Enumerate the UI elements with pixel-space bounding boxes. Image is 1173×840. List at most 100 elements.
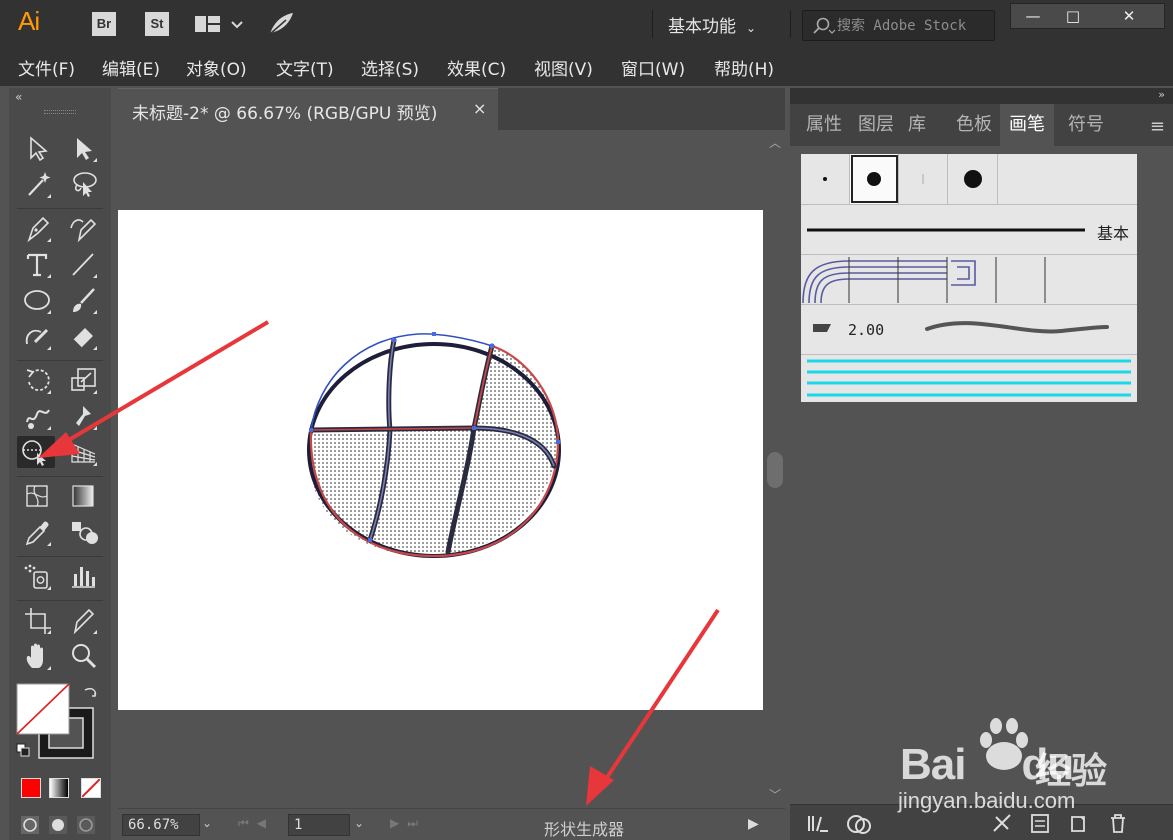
curvature-tool-icon[interactable] xyxy=(67,212,101,244)
magic-wand-tool-icon[interactable] xyxy=(21,168,55,200)
divider xyxy=(17,556,103,557)
vertical-scrollbar[interactable]: ︿ ﹀ xyxy=(765,130,785,808)
tab-symbols[interactable]: 符号 xyxy=(1062,104,1110,146)
new-brush-icon[interactable] xyxy=(1066,811,1090,835)
feather-icon[interactable] xyxy=(266,10,296,38)
slice-tool-icon[interactable] xyxy=(67,604,101,636)
tab-strip xyxy=(498,88,785,130)
shaper-tool-icon[interactable] xyxy=(21,320,55,352)
blend-tool-icon[interactable] xyxy=(67,516,101,548)
rotate-tool-icon[interactable] xyxy=(21,364,55,396)
close-button[interactable]: ✕ xyxy=(1107,4,1151,28)
zoom-field[interactable]: 66.67% xyxy=(122,814,200,836)
collapse-icon[interactable]: » xyxy=(1158,88,1165,101)
artboard[interactable] xyxy=(118,210,763,710)
menu-help[interactable]: 帮助(H) xyxy=(714,55,774,80)
scroll-up-icon[interactable]: ︿ xyxy=(769,134,781,151)
illustrator-logo: Ai xyxy=(18,6,40,36)
puppet-warp-tool-icon[interactable] xyxy=(67,400,101,432)
type-tool-icon[interactable] xyxy=(21,248,55,280)
menu-type[interactable]: 文字(T) xyxy=(276,55,334,80)
fill-color-swatch[interactable] xyxy=(21,778,41,798)
menu-object[interactable]: 对象(O) xyxy=(186,55,247,80)
stock-search-input[interactable] xyxy=(837,15,992,37)
brush-libraries-menu-icon[interactable] xyxy=(806,811,830,835)
scroll-down-icon[interactable]: ﹀ xyxy=(769,786,781,803)
tab-layers[interactable]: 图层 xyxy=(852,104,900,146)
page-field[interactable]: 1 xyxy=(288,814,350,836)
ellipse-tool-icon[interactable] xyxy=(21,284,55,316)
tab-libraries[interactable]: 库 xyxy=(902,104,932,146)
perspective-grid-tool-icon[interactable] xyxy=(67,436,101,468)
symbol-sprayer-tool-icon[interactable] xyxy=(21,560,55,592)
brush-options-icon[interactable] xyxy=(1028,811,1052,835)
menu-file[interactable]: 文件(F) xyxy=(18,55,75,80)
collapse-icon[interactable]: « xyxy=(15,90,22,104)
panel-menu-icon[interactable]: ≡ xyxy=(1150,116,1165,137)
divider xyxy=(790,10,791,38)
menu-window[interactable]: 窗口(W) xyxy=(621,55,685,80)
stock-button[interactable]: St xyxy=(145,12,169,36)
panel-grip[interactable] xyxy=(44,110,76,114)
art-brush-size: 2.00 xyxy=(848,321,885,339)
tools-panel: « xyxy=(9,88,111,840)
paintbrush-tool-icon[interactable] xyxy=(67,284,101,316)
libraries-panel-icon[interactable] xyxy=(844,811,874,835)
workspace-switcher[interactable]: 基本功能 ⌄ xyxy=(668,12,756,37)
first-prev-page-icons[interactable]: ⏮◀ xyxy=(238,816,274,831)
panel-tabs: 属性 图层 库 色板 画笔 符号 ≡ xyxy=(790,104,1173,146)
brush-basic[interactable]: 基本 xyxy=(801,204,1137,254)
menu-view[interactable]: 视图(V) xyxy=(534,55,593,80)
close-tab-icon[interactable]: × xyxy=(473,99,486,118)
maximize-button[interactable]: □ xyxy=(1051,4,1095,28)
page-dropdown-icon[interactable]: ⌄ xyxy=(354,816,364,830)
shape-region[interactable] xyxy=(309,428,558,557)
minimize-button[interactable]: — xyxy=(1011,4,1055,28)
none-swatch[interactable] xyxy=(81,778,101,798)
brush-cyan-lines[interactable] xyxy=(801,354,1137,402)
draw-mode-icons[interactable] xyxy=(19,812,105,836)
brush-small-dot[interactable] xyxy=(801,154,850,204)
brush-medium-dot[interactable] xyxy=(850,154,899,204)
next-last-page-icons[interactable]: ▶⏭ xyxy=(390,816,426,831)
column-graph-tool-icon[interactable] xyxy=(67,560,101,592)
document-tab[interactable]: 未标题-2* @ 66.67% (RGB/GPU 预览) × xyxy=(118,88,498,130)
tab-brushes[interactable]: 画笔 xyxy=(1000,104,1054,146)
bridge-button[interactable]: Br xyxy=(92,12,116,36)
selection-tool-icon[interactable] xyxy=(21,132,55,164)
brush-thin-line[interactable] xyxy=(899,154,948,204)
zoom-dropdown-icon[interactable]: ⌄ xyxy=(202,816,212,830)
scroll-thumb[interactable] xyxy=(767,452,783,488)
scale-tool-icon[interactable] xyxy=(67,364,101,396)
hand-tool-icon[interactable] xyxy=(21,640,55,672)
brush-art[interactable]: 2.00 xyxy=(801,304,1137,354)
delete-brush-icon[interactable] xyxy=(1106,811,1130,835)
artwork[interactable] xyxy=(118,210,763,710)
tab-swatches[interactable]: 色板 xyxy=(950,104,998,146)
eraser-tool-icon[interactable] xyxy=(67,320,101,352)
status-menu-icon[interactable]: ▶ xyxy=(748,816,759,832)
gradient-tool-icon[interactable] xyxy=(67,480,101,512)
brush-large-dot[interactable] xyxy=(948,154,998,204)
shape-builder-tool-icon[interactable] xyxy=(17,436,55,468)
brush-pattern[interactable] xyxy=(801,254,1137,304)
remove-brush-stroke-icon[interactable] xyxy=(990,811,1014,835)
lasso-tool-icon[interactable] xyxy=(67,168,101,200)
eyedropper-tool-icon[interactable] xyxy=(21,516,55,548)
warp-tool-icon[interactable] xyxy=(21,400,55,432)
artboard-tool-icon[interactable] xyxy=(21,604,55,636)
tab-properties[interactable]: 属性 xyxy=(800,104,848,146)
menu-effect[interactable]: 效果(C) xyxy=(447,55,506,80)
zoom-tool-icon[interactable] xyxy=(67,640,101,672)
direct-selection-tool-icon[interactable] xyxy=(67,132,101,164)
mesh-tool-icon[interactable] xyxy=(21,480,55,512)
watermark-brand: Bai xyxy=(900,740,966,789)
divider xyxy=(652,10,653,38)
pen-tool-icon[interactable] xyxy=(21,212,55,244)
layout-icon[interactable] xyxy=(194,14,250,36)
menu-select[interactable]: 选择(S) xyxy=(361,55,419,80)
gradient-swatch[interactable] xyxy=(49,778,69,798)
fill-stroke-swatches[interactable] xyxy=(15,682,105,762)
menu-edit[interactable]: 编辑(E) xyxy=(102,55,160,80)
line-tool-icon[interactable] xyxy=(67,248,101,280)
